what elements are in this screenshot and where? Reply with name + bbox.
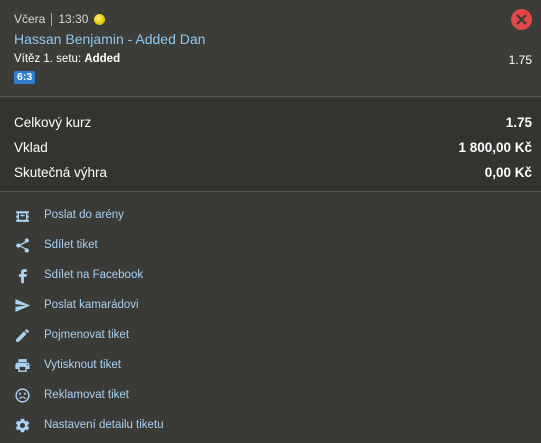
action-label: Vytisknout tiket [44, 359, 121, 371]
bet-market: Vítěz 1. setu: Added [14, 53, 120, 65]
summary-label: Skutečná výhra [14, 164, 108, 180]
facebook-icon [14, 267, 31, 284]
action-label: Poslat kamarádovi [44, 299, 139, 311]
market-label: Vítěz 1. setu: [14, 53, 82, 65]
ticket-detail-settings-button[interactable]: Nastavení detailu tiketu [14, 413, 164, 437]
close-icon [516, 14, 527, 25]
summary-row-stake: Vklad 1 800,00 Kč [14, 137, 532, 157]
rename-ticket-button[interactable]: Pojmenovat tiket [14, 323, 129, 347]
meta-divider [51, 12, 53, 26]
bet-day: Včera [14, 12, 46, 26]
summary-value: 1 800,00 Kč [458, 139, 532, 155]
bet-odd: 1.75 [508, 53, 532, 67]
action-label: Poslat do arény [44, 209, 124, 221]
bet-meta: Včera 13:30 [14, 10, 106, 28]
action-label: Sdílet tiket [44, 239, 98, 251]
action-label: Pojmenovat tiket [44, 329, 130, 341]
gear-icon [14, 417, 31, 434]
send-to-arena-button[interactable]: Poslat do arény [14, 203, 124, 227]
bet-time: 13:30 [58, 12, 89, 26]
close-button[interactable] [511, 9, 532, 30]
market-selection: Added [84, 53, 121, 65]
ticket-summary: Celkový kurz 1.75 Vklad 1 800,00 Kč Skut… [0, 98, 541, 192]
pencil-icon [14, 327, 31, 344]
arena-icon [14, 207, 31, 224]
action-label: Sdílet na Facebook [44, 269, 144, 281]
share-icon [14, 237, 31, 254]
summary-value: 1.75 [505, 114, 532, 130]
summary-value: 0,00 Kč [484, 164, 532, 180]
status-coin-icon [94, 13, 106, 25]
summary-row-total-odds: Celkový kurz 1.75 [14, 112, 532, 132]
sad-face-icon [14, 387, 31, 404]
match-link[interactable]: Hassan Benjamin - Added Dan [14, 31, 205, 47]
summary-label: Vklad [14, 139, 48, 155]
summary-row-win: Skutečná výhra 0,00 Kč [14, 162, 532, 182]
score-badge: 6:3 [14, 71, 36, 84]
send-icon [14, 297, 31, 314]
printer-icon [14, 357, 31, 374]
print-ticket-button[interactable]: Vytisknout tiket [14, 353, 121, 377]
claim-ticket-button[interactable]: Reklamovat tiket [14, 383, 129, 407]
action-label: Nastavení detailu tiketu [44, 419, 164, 431]
share-ticket-button[interactable]: Sdílet tiket [14, 233, 98, 257]
share-facebook-button[interactable]: Sdílet na Facebook [14, 263, 143, 287]
send-to-friend-button[interactable]: Poslat kamarádovi [14, 293, 139, 317]
summary-label: Celkový kurz [14, 114, 92, 130]
bet-detail: Včera 13:30 Hassan Benjamin - Added Dan … [0, 0, 541, 97]
action-label: Reklamovat tiket [44, 389, 130, 401]
